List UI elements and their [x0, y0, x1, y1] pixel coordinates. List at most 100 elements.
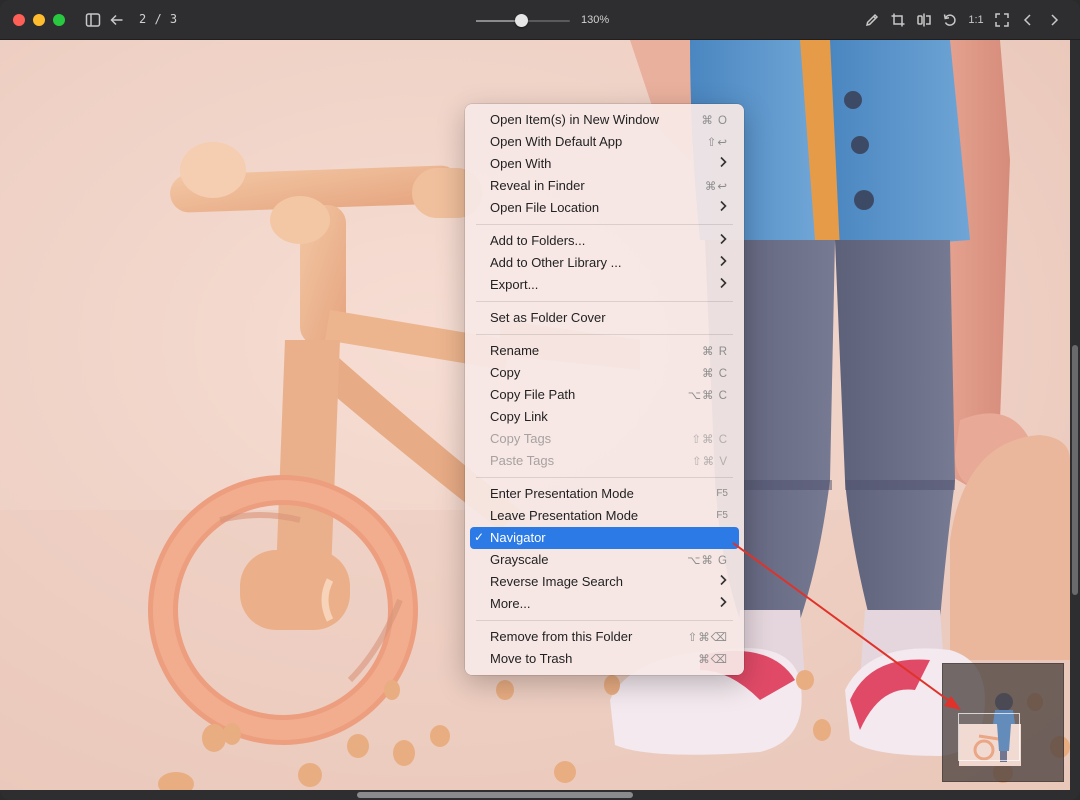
viewer-window: 2 / 3 130% 1:1 Open Item(s) in New Windo…	[0, 0, 1080, 800]
submenu-chevron-icon	[719, 277, 729, 291]
menu-item-copy-link[interactable]: Copy Link	[470, 406, 739, 428]
previous-image-button[interactable]	[1018, 10, 1038, 30]
submenu-chevron-icon	[719, 156, 729, 170]
menu-separator	[476, 334, 733, 335]
menu-item-copy-file-path[interactable]: Copy File Path ⌥⌘ C	[470, 384, 739, 406]
menu-item-label: Open With	[490, 156, 552, 171]
horizontal-scrollbar[interactable]	[0, 790, 1080, 800]
keyboard-shortcut: ⌥⌘ C	[687, 390, 728, 402]
keyboard-shortcut: ⌘ R	[702, 346, 728, 358]
sidebar-toggle-button[interactable]	[83, 10, 103, 30]
menu-item-label: Rename	[490, 343, 540, 358]
menu-item-label: Remove from this Folder	[490, 629, 633, 644]
minimize-window-button[interactable]	[33, 14, 45, 26]
menu-item-open-with-default-app[interactable]: Open With Default App ⇧↩	[470, 131, 739, 153]
maximize-window-button[interactable]	[53, 14, 65, 26]
fullscreen-button[interactable]	[992, 10, 1012, 30]
submenu-chevron-icon	[719, 255, 729, 269]
menu-item-copy[interactable]: Copy ⌘ C	[470, 362, 739, 384]
menu-item-label: Reveal in Finder	[490, 178, 585, 193]
vertical-scrollbar-thumb[interactable]	[1072, 345, 1078, 595]
menu-item-label: Leave Presentation Mode	[490, 508, 639, 523]
close-window-button[interactable]	[13, 14, 25, 26]
menu-item-add-to-other-library[interactable]: Add to Other Library ...	[470, 252, 739, 274]
annotate-button[interactable]	[862, 10, 882, 30]
zoom-slider[interactable]	[476, 14, 570, 27]
keyboard-shortcut: ⌘↩	[704, 181, 728, 193]
menu-item-label: Open With Default App	[490, 134, 623, 149]
keyboard-shortcut: ⇧⌘⌫	[687, 632, 728, 644]
menu-item-reverse-image-search[interactable]: Reverse Image Search	[470, 571, 739, 593]
menu-item-more[interactable]: More...	[470, 593, 739, 615]
back-arrow-icon	[110, 14, 123, 26]
menu-item-navigator[interactable]: ✓ Navigator	[470, 527, 739, 549]
flip-icon	[917, 13, 931, 27]
menu-item-label: Enter Presentation Mode	[490, 486, 634, 501]
keyboard-shortcut: F5	[716, 510, 728, 521]
menu-item-label: Reverse Image Search	[490, 574, 623, 589]
menu-item-label: Grayscale	[490, 552, 549, 567]
menu-item-reveal-in-finder[interactable]: Reveal in Finder ⌘↩	[470, 175, 739, 197]
navigator-panel[interactable]	[942, 663, 1064, 782]
submenu-chevron-icon	[719, 233, 729, 247]
menu-item-set-as-folder-cover[interactable]: Set as Folder Cover	[470, 307, 739, 329]
keyboard-shortcut: ⇧↩	[706, 137, 728, 149]
zoom-level-label: 130%	[581, 14, 610, 26]
actual-size-button[interactable]: 1:1	[966, 10, 986, 30]
menu-item-label: Paste Tags	[490, 453, 555, 468]
menu-separator	[476, 477, 733, 478]
navigator-viewport-frame[interactable]	[958, 713, 1020, 761]
menu-item-add-to-folders[interactable]: Add to Folders...	[470, 230, 739, 252]
menu-item-label: Navigator	[490, 530, 546, 545]
menu-item-label: Copy File Path	[490, 387, 576, 402]
menu-item-label: More...	[490, 596, 531, 611]
flip-button[interactable]	[914, 10, 934, 30]
menu-item-label: Move to Trash	[490, 651, 573, 666]
menu-item-label: Add to Folders...	[490, 233, 586, 248]
menu-separator	[476, 301, 733, 302]
menu-item-move-to-trash[interactable]: Move to Trash ⌘⌫	[470, 648, 739, 670]
menu-item-leave-presentation-mode[interactable]: Leave Presentation Mode F5	[470, 505, 739, 527]
back-button[interactable]	[107, 10, 127, 30]
menu-item-label: Add to Other Library ...	[490, 255, 622, 270]
submenu-chevron-icon	[719, 574, 729, 588]
menu-item-rename[interactable]: Rename ⌘ R	[470, 340, 739, 362]
title-bar: 2 / 3 130% 1:1	[0, 0, 1080, 40]
menu-item-open-file-location[interactable]: Open File Location	[470, 197, 739, 219]
menu-item-label: Copy Tags	[490, 431, 552, 446]
crop-button[interactable]	[888, 10, 908, 30]
crop-icon	[891, 13, 905, 27]
horizontal-scrollbar-thumb[interactable]	[357, 792, 633, 798]
keyboard-shortcut: ⇧⌘ C	[691, 434, 728, 446]
menu-item-label: Copy Link	[490, 409, 548, 424]
menu-item-open-item-s-in-new-window[interactable]: Open Item(s) in New Window ⌘ O	[470, 109, 739, 131]
menu-item-label: Export...	[490, 277, 539, 292]
sidebar-icon	[85, 13, 101, 27]
next-image-button[interactable]	[1044, 10, 1064, 30]
menu-item-grayscale[interactable]: Grayscale ⌥⌘ G	[470, 549, 739, 571]
submenu-chevron-icon	[719, 200, 729, 214]
pencil-icon	[865, 13, 879, 27]
keyboard-shortcut: ⌥⌘ G	[687, 555, 728, 567]
menu-item-label: Open Item(s) in New Window	[490, 112, 660, 127]
chevron-right-icon	[1051, 14, 1059, 26]
menu-item-copy-tags: Copy Tags ⇧⌘ C	[470, 428, 739, 450]
menu-item-label: Open File Location	[490, 200, 600, 215]
chevron-left-icon	[1023, 14, 1031, 26]
menu-item-export[interactable]: Export...	[470, 274, 739, 296]
vertical-scrollbar[interactable]	[1070, 40, 1080, 790]
rotate-icon	[943, 14, 956, 26]
keyboard-shortcut: ⌘ C	[702, 368, 728, 380]
menu-item-enter-presentation-mode[interactable]: Enter Presentation Mode F5	[470, 483, 739, 505]
fullscreen-icon	[995, 13, 1009, 27]
menu-item-open-with[interactable]: Open With	[470, 153, 739, 175]
keyboard-shortcut: ⌘ O	[701, 115, 728, 127]
zoom-slider-thumb[interactable]	[515, 14, 529, 27]
keyboard-shortcut: ⌘⌫	[698, 654, 728, 666]
rotate-button[interactable]	[940, 10, 960, 30]
menu-item-label: Copy	[490, 365, 521, 380]
menu-item-remove-from-this-folder[interactable]: Remove from this Folder ⇧⌘⌫	[470, 626, 739, 648]
page-counter: 2 / 3	[139, 12, 178, 26]
actual-size-label: 1:1	[968, 14, 984, 26]
menu-item-paste-tags: Paste Tags ⇧⌘ V	[470, 450, 739, 472]
